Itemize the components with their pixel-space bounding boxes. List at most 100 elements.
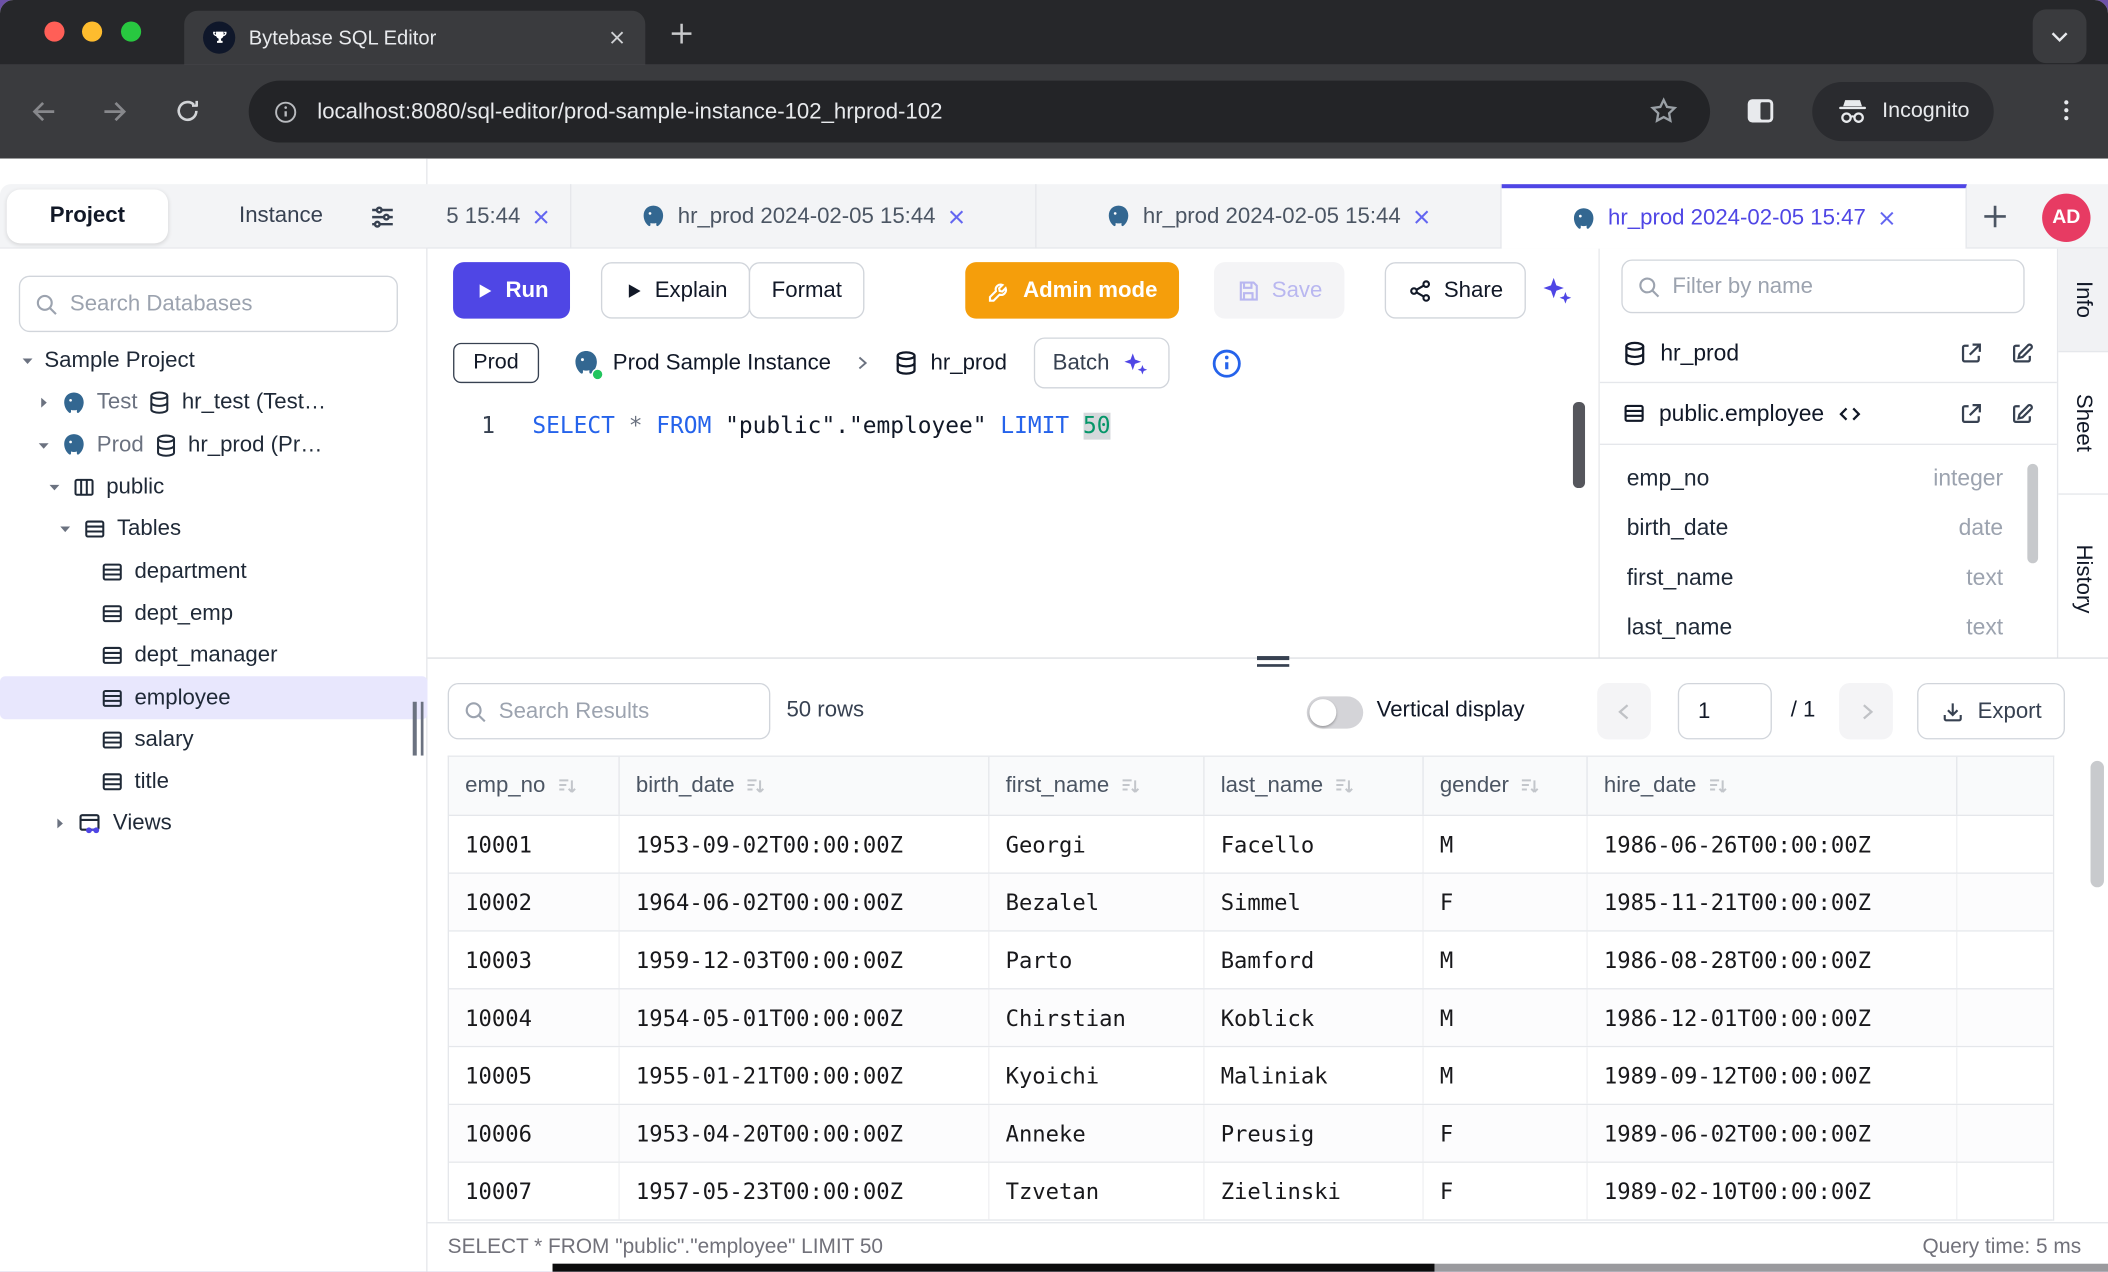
column-header[interactable]: last_name: [1205, 757, 1424, 815]
caret-down-icon[interactable]: [35, 438, 51, 453]
batch-mode-button[interactable]: Batch: [1034, 337, 1170, 388]
new-tab-button[interactable]: [667, 19, 697, 49]
close-icon[interactable]: [1877, 208, 1897, 228]
prev-page-button[interactable]: [1597, 683, 1651, 739]
table-cell[interactable]: 1989-09-12T00:00:00Z: [1588, 1047, 1958, 1103]
table-cell[interactable]: 10007: [449, 1163, 620, 1219]
tree-item-dept-manager[interactable]: dept_manager: [0, 635, 428, 677]
column-header[interactable]: birth_date: [620, 757, 990, 815]
table-cell[interactable]: Zielinski: [1205, 1163, 1424, 1219]
bottom-scrollbar-thumb[interactable]: [553, 1264, 1435, 1272]
explain-button[interactable]: Explain: [601, 262, 750, 318]
side-panel-icon[interactable]: [1746, 98, 1774, 124]
table-cell[interactable]: Georgi: [989, 816, 1204, 872]
table-cell[interactable]: 1957-05-23T00:00:00Z: [620, 1163, 990, 1219]
table-cell[interactable]: 10003: [449, 932, 620, 988]
table-cell[interactable]: Facello: [1205, 816, 1424, 872]
table-cell[interactable]: Bamford: [1205, 932, 1424, 988]
column-header[interactable]: gender: [1424, 757, 1588, 815]
page-number-input[interactable]: [1678, 683, 1772, 739]
database-search[interactable]: [19, 276, 398, 332]
table-cell[interactable]: Kyoichi: [989, 1047, 1204, 1103]
sidebar-settings-icon[interactable]: [367, 202, 398, 233]
sort-icon[interactable]: [1332, 774, 1356, 798]
table-cell[interactable]: Tzvetan: [989, 1163, 1204, 1219]
table-cell[interactable]: 10005: [449, 1047, 620, 1103]
schema-filter[interactable]: [1621, 259, 2024, 313]
table-cell[interactable]: M: [1424, 932, 1588, 988]
database-search-input[interactable]: [70, 291, 383, 317]
editor-tab-3[interactable]: hr_prod 2024-02-05 15:44: [1037, 184, 1502, 249]
tree-item-sample-project[interactable]: Sample Project: [0, 340, 428, 382]
caret-right-icon[interactable]: [35, 396, 51, 411]
tree-item-dept-emp[interactable]: dept_emp: [0, 593, 428, 635]
rail-tab-info[interactable]: Info: [2058, 249, 2108, 353]
export-button[interactable]: Export: [1917, 683, 2064, 739]
info-icon[interactable]: [1210, 346, 1244, 380]
rail-tab-sheet[interactable]: Sheet: [2058, 352, 2108, 495]
external-link-icon[interactable]: [1957, 339, 1984, 366]
table-cell[interactable]: M: [1424, 1047, 1588, 1103]
tab-instance[interactable]: Instance: [200, 189, 361, 243]
table-cell[interactable]: 10002: [449, 874, 620, 930]
table-cell[interactable]: 1986-06-26T00:00:00Z: [1588, 816, 1958, 872]
tree-item-hr-prod[interactable]: Prod hr_prod (Pr…: [0, 424, 428, 466]
column-header[interactable]: emp_no: [449, 757, 620, 815]
close-icon[interactable]: [946, 206, 966, 226]
external-link-icon[interactable]: [1957, 400, 1984, 427]
table-cell[interactable]: 1964-06-02T00:00:00Z: [620, 874, 990, 930]
tree-item-department[interactable]: department: [0, 551, 428, 593]
table-cell[interactable]: F: [1424, 1163, 1588, 1219]
column-row[interactable]: birth_datedate: [1600, 503, 2030, 553]
sort-icon[interactable]: [744, 774, 768, 798]
table-cell[interactable]: Bezalel: [989, 874, 1204, 930]
tree-item-salary[interactable]: salary: [0, 719, 428, 761]
sort-icon[interactable]: [1706, 774, 1730, 798]
table-cell[interactable]: Preusig: [1205, 1105, 1424, 1161]
table-cell[interactable]: 1989-02-10T00:00:00Z: [1588, 1163, 1958, 1219]
tree-item-employee[interactable]: employee: [0, 677, 428, 719]
scrollbar-thumb[interactable]: [1573, 402, 1585, 488]
instance-breadcrumb[interactable]: Prod Sample Instance: [571, 348, 831, 378]
close-icon[interactable]: [1411, 206, 1431, 226]
table-cell[interactable]: F: [1424, 874, 1588, 930]
new-editor-tab-button[interactable]: [1979, 200, 2011, 232]
code-icon[interactable]: [1836, 400, 1863, 427]
table-cell[interactable]: 1954-05-01T00:00:00Z: [620, 989, 990, 1045]
sql-editor[interactable]: 1 SELECT * FROM "public"."employee" LIMI…: [428, 394, 1599, 658]
run-button[interactable]: Run: [453, 262, 570, 318]
table-cell[interactable]: 10004: [449, 989, 620, 1045]
tab-project[interactable]: Project: [7, 189, 168, 243]
table-cell[interactable]: 1953-09-02T00:00:00Z: [620, 816, 990, 872]
forward-icon[interactable]: [99, 97, 129, 127]
share-button[interactable]: Share: [1385, 262, 1526, 318]
vertical-display-toggle[interactable]: [1307, 696, 1363, 728]
tree-item-public-schema[interactable]: public: [0, 466, 428, 508]
table-cell[interactable]: 1953-04-20T00:00:00Z: [620, 1105, 990, 1161]
edit-icon[interactable]: [2009, 339, 2036, 366]
caret-down-icon[interactable]: [56, 522, 72, 537]
table-cell[interactable]: 1955-01-21T00:00:00Z: [620, 1047, 990, 1103]
table-cell[interactable]: Parto: [989, 932, 1204, 988]
sort-icon[interactable]: [1518, 774, 1542, 798]
table-cell[interactable]: M: [1424, 989, 1588, 1045]
scrollbar-thumb[interactable]: [2091, 761, 2104, 887]
next-page-button[interactable]: [1839, 683, 1893, 739]
sidebar-resize-handle[interactable]: [413, 702, 424, 756]
table-cell[interactable]: M: [1424, 816, 1588, 872]
back-icon[interactable]: [30, 97, 60, 127]
tree-item-tables-group[interactable]: Tables: [0, 508, 428, 550]
bookmark-star-icon[interactable]: [1648, 95, 1679, 126]
column-row[interactable]: last_nametext: [1600, 602, 2030, 652]
table-cell[interactable]: 10001: [449, 816, 620, 872]
database-breadcrumb[interactable]: hr_prod: [893, 350, 1007, 377]
table-cell[interactable]: 1986-08-28T00:00:00Z: [1588, 932, 1958, 988]
results-search[interactable]: [448, 683, 771, 739]
editor-tab-2[interactable]: hr_prod 2024-02-05 15:44: [571, 184, 1036, 249]
admin-mode-button[interactable]: Admin mode: [965, 262, 1179, 318]
user-avatar[interactable]: AD: [2042, 194, 2090, 242]
window-zoom-button[interactable]: [121, 22, 141, 42]
tab-search-button[interactable]: [2033, 9, 2087, 63]
caret-right-icon[interactable]: [51, 817, 67, 832]
schema-filter-input[interactable]: [1672, 274, 2009, 300]
